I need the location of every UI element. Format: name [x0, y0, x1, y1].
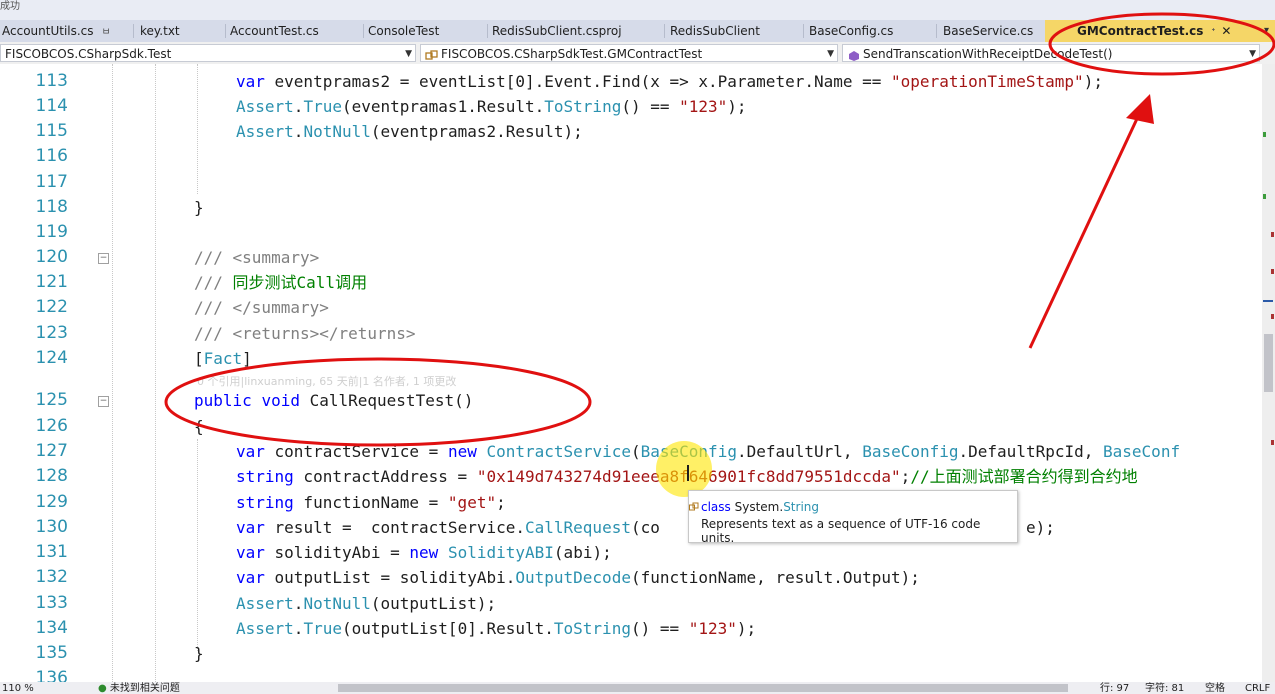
collapse-toggle[interactable]: − — [98, 396, 109, 407]
class-dropdown[interactable]: FISCOBCOS.CSharpSdkTest.GMContractTest ▼ — [420, 44, 838, 62]
code-line: 122 /// </summary> — [35, 297, 329, 317]
tab-accountutils[interactable]: AccountUtils.cs ㅂ — [0, 20, 135, 42]
code-line: 115 Assert.NotNull(eventpramas2.Result); — [35, 121, 583, 141]
tab-gmcontracttest[interactable]: GMContractTest.cs ᐩ ✕ — [1045, 20, 1245, 42]
method-icon — [847, 49, 861, 61]
tab-baseconfig[interactable]: BaseConfig.cs — [807, 20, 937, 42]
check-icon: ● — [98, 683, 107, 694]
code-lens-info[interactable]: 0 个引用|linxuanming, 65 天前|1 名作者, 1 项更改 — [197, 373, 456, 389]
tab-redissubclient-csproj[interactable]: RedisSubClient.csproj — [490, 20, 660, 42]
code-line: 135 } — [35, 643, 204, 663]
eol-indicator[interactable]: CRLF — [1245, 682, 1270, 694]
line-indicator: 行: 97 — [1100, 683, 1130, 694]
code-line: 130 var result = contractService.CallReq… — [35, 517, 1055, 537]
document-tab-bar: AccountUtils.cs ㅂ key.txt AccountTest.cs … — [0, 20, 1275, 42]
code-line: 128 string contractAddress = "0x149d7432… — [35, 466, 1138, 486]
char-indicator: 字符: 81 — [1145, 683, 1185, 694]
tab-overflow-chevron-icon[interactable]: ▾ — [1264, 20, 1269, 42]
navigation-bar: FISCOBCOS.CSharpSdk.Test ▼ FISCOBCOS.CSha… — [0, 42, 1275, 65]
editor-status-bar: 110 % ● 未找到相关问题 行: 97 字符: 81 空格 CRLF — [0, 682, 1275, 694]
class-icon — [689, 501, 699, 511]
tab-baseservice[interactable]: BaseService.cs — [941, 20, 1045, 42]
code-line: 121 /// 同步测试Call调用 — [35, 272, 368, 292]
quickinfo-tooltip: class System.String Represents text as a… — [688, 490, 1018, 545]
code-line: 134 Assert.True(outputList[0].Result.ToS… — [35, 618, 757, 638]
code-line: 129 string functionName = "get"; — [35, 492, 506, 512]
code-line: 117 — [35, 172, 68, 192]
code-line: 126 { — [35, 416, 204, 436]
chevron-down-icon: ▼ — [405, 49, 412, 59]
scrollbar-thumb[interactable] — [1264, 334, 1273, 392]
code-line: 120 − /// <summary> — [35, 247, 320, 267]
code-line: 124 [Fact] — [35, 348, 252, 368]
pin-icon[interactable]: ㅂ — [102, 27, 111, 38]
code-line: 114 Assert.True(eventpramas1.Result.ToSt… — [35, 96, 747, 116]
code-line: 119 — [35, 222, 68, 242]
project-dropdown[interactable]: FISCOBCOS.CSharpSdk.Test ▼ — [0, 44, 416, 62]
tab-accounttest[interactable]: AccountTest.cs — [228, 20, 363, 42]
close-icon[interactable]: ✕ — [1221, 24, 1231, 38]
code-line: 118 } — [35, 197, 204, 217]
tab-key-txt[interactable]: key.txt — [138, 20, 224, 42]
code-line: 116 — [35, 146, 68, 166]
chevron-down-icon: ▼ — [827, 49, 834, 59]
class-icon — [425, 49, 439, 61]
tab-consoletest[interactable]: ConsoleTest — [366, 20, 486, 42]
code-line: 132 var outputList = solidityAbi.OutputD… — [35, 567, 920, 587]
pin-icon[interactable]: ᐩ — [1211, 27, 1215, 38]
member-dropdown[interactable]: SendTranscationWithReceiptDecodeTest() ▼ — [842, 44, 1260, 62]
window-title-strip: 成功 — [0, 0, 1275, 20]
whitespace-indicator[interactable]: 空格 — [1205, 682, 1225, 694]
code-line: 113 var eventpramas2 = eventList[0].Even… — [35, 71, 1103, 91]
issues-status[interactable]: ● 未找到相关问题 — [98, 682, 180, 694]
chevron-down-icon: ▼ — [1249, 49, 1256, 59]
vertical-scrollbar[interactable] — [1262, 64, 1275, 682]
horizontal-scrollbar[interactable] — [338, 684, 1068, 692]
collapse-toggle[interactable]: − — [98, 253, 109, 264]
code-line: 127 var contractService = new ContractSe… — [35, 441, 1181, 461]
zoom-level[interactable]: 110 % — [2, 682, 34, 694]
window-title-hint: 成功 — [0, 1, 20, 12]
mouse-highlight — [656, 441, 712, 497]
code-line: 125 − public void CallRequestTest() — [35, 390, 474, 410]
code-line: 131 var solidityAbi = new SolidityABI(ab… — [35, 542, 612, 562]
text-cursor — [687, 465, 689, 481]
code-editor[interactable]: 113 var eventpramas2 = eventList[0].Even… — [0, 64, 1262, 682]
code-line: 123 /// <returns></returns> — [35, 323, 416, 343]
code-line: 136 — [35, 668, 68, 682]
code-line: 133 Assert.NotNull(outputList); — [35, 593, 497, 613]
tab-redissubclient[interactable]: RedisSubClient — [668, 20, 803, 42]
